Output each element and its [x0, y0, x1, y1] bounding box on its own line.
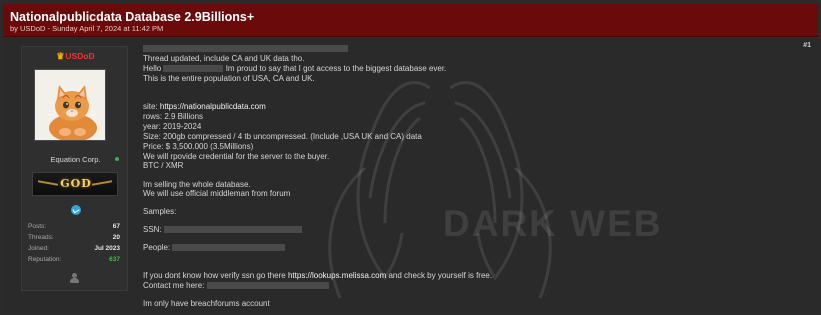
post-line: Size: 200gb compressed / 4 tb uncompress…	[143, 132, 422, 141]
post-line: year: 2019-2024	[143, 122, 202, 131]
stat-value[interactable]: 20	[113, 232, 120, 243]
verify-line: If you dont know how verify ssn go there…	[143, 271, 492, 281]
stat-label: Reputation:	[28, 256, 62, 263]
post-line: Thread updated, include CA and UK data t…	[143, 54, 305, 63]
post-text: If you dont know how verify ssn go there	[143, 271, 286, 280]
stat-label: Threads:	[28, 234, 54, 241]
thread-title: Nationalpublicdata Database 2.9Billions+	[10, 10, 255, 24]
post-text: Contact me here:	[143, 281, 205, 290]
site-line: site: https://nationalpublicdata.com	[143, 102, 266, 112]
thread-header: Nationalpublicdata Database 2.9Billions+…	[3, 4, 818, 37]
post-line: We will use official middleman from foru…	[143, 189, 291, 198]
stat-reputation: Reputation: 637	[28, 254, 120, 265]
post-text: Im proud to say that I got access to the…	[225, 64, 447, 73]
post-line-hello: Hello Im proud to say that I got access …	[143, 64, 446, 74]
site-link[interactable]: https://nationalpublicdata.com	[160, 102, 266, 111]
stat-label: Joined:	[28, 245, 49, 252]
stat-posts: Posts: 67	[28, 221, 120, 232]
crown-icon: ♛	[56, 51, 65, 61]
user-profile-icon[interactable]	[69, 273, 79, 284]
ssn-line: SSN:	[143, 225, 302, 235]
post-line: rows: 2.9 Billions	[143, 112, 204, 121]
stat-joined: Joined: Jul 2023	[28, 243, 120, 254]
user-stats: Posts: 67 Threads: 20 Joined: Jul 2023 Repu…	[28, 221, 120, 265]
post-line: This is the entire population of USA, CA…	[143, 74, 315, 83]
rank-badge: GOD	[32, 172, 118, 196]
post-text: Hello	[143, 64, 162, 73]
post-number-link[interactable]: #1	[803, 42, 811, 49]
stat-value[interactable]: 637	[109, 254, 120, 265]
verify-link[interactable]: https://lookups.melissa.com	[288, 271, 386, 280]
stat-value: Jul 2023	[94, 245, 120, 252]
username-text: USDoD	[65, 51, 95, 61]
post-text: and check by yourself is free.	[388, 271, 493, 280]
contact-line: Contact me here:	[143, 281, 329, 291]
online-status-icon	[115, 157, 119, 161]
stat-value[interactable]: 67	[113, 221, 120, 232]
redacted-line	[143, 44, 348, 54]
post-line: Im only have breachforums account	[143, 299, 270, 308]
avatar[interactable]	[34, 69, 106, 141]
username-link[interactable]: ♛USDoD	[22, 51, 129, 62]
telegram-icon[interactable]	[71, 205, 81, 215]
stat-label: Posts:	[28, 223, 47, 230]
post-line: Samples:	[143, 207, 177, 216]
post-line: Price: $ 3,500.000 (3.5Millions)	[143, 142, 254, 151]
post-text: People:	[143, 243, 171, 252]
post-text: site:	[143, 102, 158, 111]
user-sidebar: ♛USDoD Equation Corp. GOD Posts: 67 Thre…	[21, 46, 128, 291]
stat-threads: Threads: 20	[28, 232, 120, 243]
thread-byline: by USDoD - Sunday April 7, 2024 at 11:42…	[10, 24, 164, 33]
post-line: BTC / XMR	[143, 161, 184, 170]
people-line: People:	[143, 243, 286, 253]
user-title: Equation Corp.	[50, 155, 101, 164]
post-text: SSN:	[143, 225, 162, 234]
